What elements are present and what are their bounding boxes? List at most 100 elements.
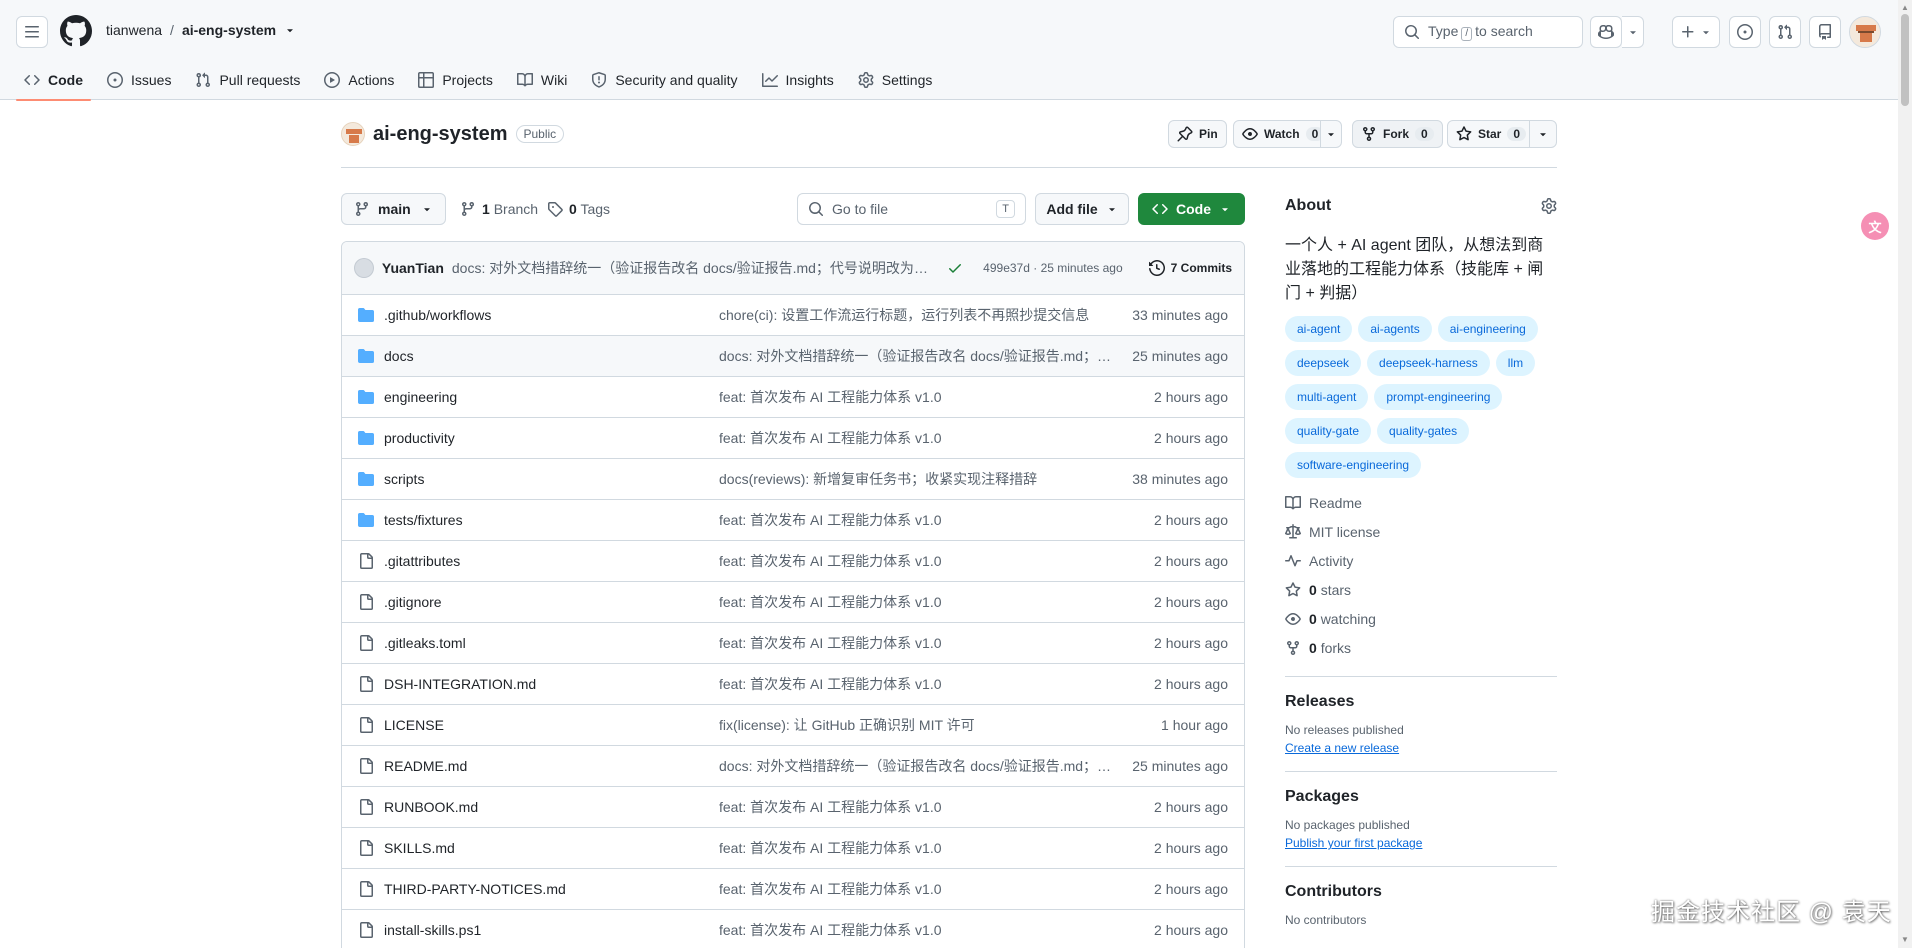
file-name-link[interactable]: .gitattributes <box>384 553 719 569</box>
star-button[interactable]: Star 0 <box>1447 120 1536 148</box>
create-new-button[interactable] <box>1672 16 1720 48</box>
topic-tag[interactable]: ai-agent <box>1285 316 1353 342</box>
tab-insights[interactable]: Insights <box>754 60 842 100</box>
user-avatar[interactable] <box>1849 16 1881 48</box>
file-name-link[interactable]: SKILLS.md <box>384 840 719 856</box>
about-link-activity[interactable]: Activity <box>1285 546 1557 575</box>
scrollbar-thumb[interactable] <box>1901 14 1909 106</box>
topic-tag[interactable]: ai-engineering <box>1437 316 1538 342</box>
code-button[interactable]: Code <box>1138 193 1245 225</box>
commit-author[interactable]: YuanTian <box>382 260 444 276</box>
repo-name-link[interactable]: ai-eng-system <box>373 123 508 146</box>
github-logo-icon[interactable] <box>60 15 92 47</box>
file-commit-message[interactable]: docs(reviews): 新增复审任务书；收紧实现注释措辞 <box>719 469 1119 489</box>
chevron-down-icon[interactable] <box>284 24 296 36</box>
commit-message[interactable]: docs: 对外文档措辞统一（验证报告改名 docs/验证报告.md；代号说明改… <box>452 258 939 278</box>
tab-issues[interactable]: Issues <box>99 60 179 100</box>
file-row[interactable]: SKILLS.md feat: 首次发布 AI 工程能力体系 v1.0 2 hour… <box>342 828 1244 869</box>
branch-selector[interactable]: main <box>341 193 446 225</box>
check-icon[interactable] <box>947 260 963 276</box>
tab-code[interactable]: Code <box>16 60 91 101</box>
topic-tag[interactable]: ai-agents <box>1358 316 1432 342</box>
commits-link[interactable]: 7 Commits <box>1148 260 1232 276</box>
watch-dropdown[interactable] <box>1320 120 1342 148</box>
file-name-link[interactable]: RUNBOOK.md <box>384 799 719 815</box>
create-release-link[interactable]: Create a new release <box>1285 741 1399 755</box>
tab-actions[interactable]: Actions <box>316 60 402 100</box>
tags-link[interactable]: 0 Tags <box>547 201 610 217</box>
file-row[interactable]: install-skills.ps1 feat: 首次发布 AI 工程能力体系 v… <box>342 910 1244 948</box>
file-name-link[interactable]: docs <box>384 348 719 364</box>
topic-tag[interactable]: multi-agent <box>1285 384 1369 410</box>
owner-link[interactable]: tianwena <box>106 22 162 38</box>
file-commit-message[interactable]: docs: 对外文档措辞统一（验证报告改名 docs/验证报告.md；… <box>719 346 1119 366</box>
file-name-link[interactable]: productivity <box>384 430 719 446</box>
tab-wiki[interactable]: Wiki <box>509 60 575 100</box>
tab-security[interactable]: Security and quality <box>583 60 745 100</box>
file-row[interactable]: .gitleaks.toml feat: 首次发布 AI 工程能力体系 v1.0 2… <box>342 623 1244 664</box>
file-row[interactable]: tests/fixtures feat: 首次发布 AI 工程能力体系 v1.0 2… <box>342 500 1244 541</box>
topic-tag[interactable]: llm <box>1495 350 1536 376</box>
tab-settings[interactable]: Settings <box>850 60 941 100</box>
about-link-mit-license[interactable]: MIT license <box>1285 517 1557 546</box>
topic-tag[interactable]: deepseek-harness <box>1367 350 1490 376</box>
topic-tag[interactable]: software-engineering <box>1285 452 1422 478</box>
file-name-link[interactable]: install-skills.ps1 <box>384 922 719 938</box>
file-row[interactable]: README.md docs: 对外文档措辞统一（验证报告改名 docs/验证报告… <box>342 746 1244 787</box>
packages-title[interactable]: Packages <box>1285 788 1557 806</box>
tab-pull-requests[interactable]: Pull requests <box>187 60 308 100</box>
branches-link[interactable]: 1 Branch <box>460 201 538 217</box>
file-commit-message[interactable]: feat: 首次发布 AI 工程能力体系 v1.0 <box>719 633 1119 653</box>
go-to-file-input[interactable]: Go to file T <box>797 193 1026 225</box>
file-row[interactable]: docs docs: 对外文档措辞统一（验证报告改名 docs/验证报告.md；…… <box>342 336 1244 377</box>
file-row[interactable]: THIRD-PARTY-NOTICES.md feat: 首次发布 AI 工程能力… <box>342 869 1244 910</box>
file-commit-message[interactable]: feat: 首次发布 AI 工程能力体系 v1.0 <box>719 510 1119 530</box>
releases-title[interactable]: Releases <box>1285 693 1557 711</box>
file-name-link[interactable]: README.md <box>384 758 719 774</box>
file-row[interactable]: .github/workflows chore(ci): 设置工作流运行标题，运行… <box>342 295 1244 336</box>
scroll-up-icon[interactable]: ▲ <box>1901 4 1909 12</box>
file-name-link[interactable]: .github/workflows <box>384 307 719 323</box>
about-link-watching[interactable]: 0 watching <box>1285 604 1557 633</box>
file-commit-message[interactable]: feat: 首次发布 AI 工程能力体系 v1.0 <box>719 838 1119 858</box>
repo-link[interactable]: ai-eng-system <box>182 22 276 38</box>
gear-icon[interactable] <box>1541 198 1557 214</box>
topic-tag[interactable]: prompt-engineering <box>1374 384 1503 410</box>
file-name-link[interactable]: LICENSE <box>384 717 719 733</box>
topic-tag[interactable]: deepseek <box>1285 350 1362 376</box>
file-commit-message[interactable]: feat: 首次发布 AI 工程能力体系 v1.0 <box>719 879 1119 899</box>
file-commit-message[interactable]: docs: 对外文档措辞统一（验证报告改名 docs/验证报告.md；… <box>719 756 1119 776</box>
copilot-dropdown[interactable] <box>1622 16 1644 48</box>
menu-button[interactable] <box>16 16 48 48</box>
repositories-button[interactable] <box>1809 16 1841 48</box>
about-link-stars[interactable]: 0 stars <box>1285 575 1557 604</box>
file-name-link[interactable]: DSH-INTEGRATION.md <box>384 676 719 692</box>
commit-author-avatar[interactable] <box>354 258 374 278</box>
file-row[interactable]: .gitattributes feat: 首次发布 AI 工程能力体系 v1.0 2… <box>342 541 1244 582</box>
file-commit-message[interactable]: feat: 首次发布 AI 工程能力体系 v1.0 <box>719 551 1119 571</box>
file-name-link[interactable]: tests/fixtures <box>384 512 719 528</box>
file-commit-message[interactable]: feat: 首次发布 AI 工程能力体系 v1.0 <box>719 920 1119 940</box>
file-commit-message[interactable]: feat: 首次发布 AI 工程能力体系 v1.0 <box>719 387 1119 407</box>
contributors-title[interactable]: Contributors <box>1285 883 1557 901</box>
file-row[interactable]: productivity feat: 首次发布 AI 工程能力体系 v1.0 2 h… <box>342 418 1244 459</box>
file-name-link[interactable]: scripts <box>384 471 719 487</box>
file-row[interactable]: DSH-INTEGRATION.md feat: 首次发布 AI 工程能力体系 v… <box>342 664 1244 705</box>
file-commit-message[interactable]: feat: 首次发布 AI 工程能力体系 v1.0 <box>719 674 1119 694</box>
topic-tag[interactable]: quality-gate <box>1285 418 1372 444</box>
file-commit-message[interactable]: feat: 首次发布 AI 工程能力体系 v1.0 <box>719 428 1119 448</box>
star-dropdown[interactable] <box>1529 120 1557 148</box>
file-commit-message[interactable]: feat: 首次发布 AI 工程能力体系 v1.0 <box>719 592 1119 612</box>
file-name-link[interactable]: .gitignore <box>384 594 719 610</box>
copilot-button[interactable] <box>1590 16 1622 48</box>
translate-button[interactable]: 文 <box>1861 212 1889 240</box>
scroll-down-icon[interactable]: ▼ <box>1901 936 1909 944</box>
file-commit-message[interactable]: fix(license): 让 GitHub 正确识别 MIT 许可 <box>719 715 1119 735</box>
file-row[interactable]: .gitignore feat: 首次发布 AI 工程能力体系 v1.0 2 hou… <box>342 582 1244 623</box>
about-link-forks[interactable]: 0 forks <box>1285 633 1557 662</box>
file-row[interactable]: LICENSE fix(license): 让 GitHub 正确识别 MIT 许… <box>342 705 1244 746</box>
publish-package-link[interactable]: Publish your first package <box>1285 836 1422 850</box>
scrollbar[interactable]: ▲ ▼ <box>1898 0 1912 948</box>
file-row[interactable]: RUNBOOK.md feat: 首次发布 AI 工程能力体系 v1.0 2 hou… <box>342 787 1244 828</box>
owner-avatar[interactable] <box>341 122 365 146</box>
